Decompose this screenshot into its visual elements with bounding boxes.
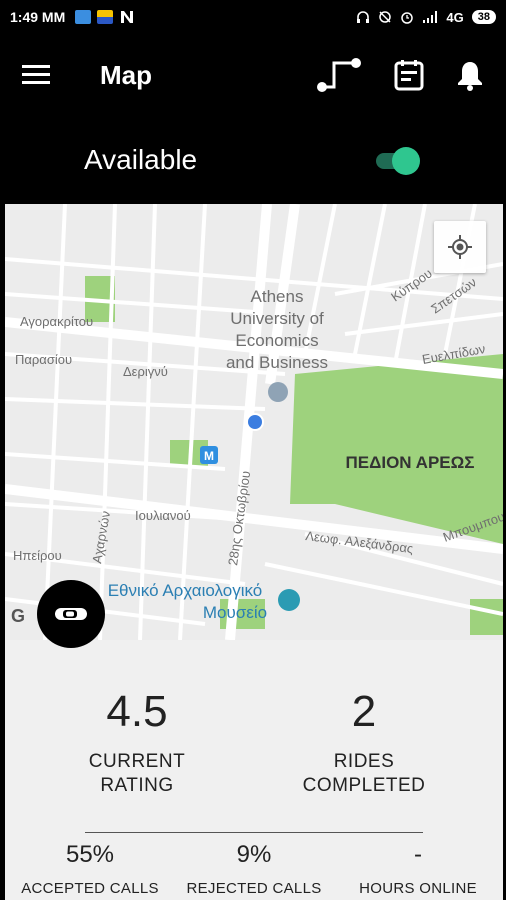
accepted-calls-label: ACCEPTED CALLS — [21, 880, 159, 897]
user-location-dot — [246, 413, 264, 431]
car-icon — [55, 608, 87, 620]
university-label-4: and Business — [226, 353, 328, 372]
university-pin-icon — [268, 382, 288, 402]
rides-label-line1: RIDES — [333, 751, 395, 772]
alarm-icon — [401, 12, 414, 24]
park-label: ΠΕΔΙΟΝ ΑΡΕΩΣ — [346, 453, 475, 472]
notification-icons — [75, 10, 135, 24]
rides-label: RIDES COMPLETED — [274, 750, 454, 798]
headset-icon — [357, 11, 370, 23]
calendar-icon[interactable] — [394, 59, 424, 91]
rejected-calls-label: REJECTED CALLS — [186, 880, 322, 897]
stats-panel: 4.5 CURRENT RATING 2 RIDES COMPLETED 55%… — [5, 640, 503, 900]
toggle-thumb — [392, 147, 420, 175]
university-label-2: University of — [230, 309, 324, 328]
street-label-parasiou: Παρασίου — [15, 352, 72, 367]
system-status: 4G 38 — [356, 10, 496, 25]
map-canvas: M Athens University of Economics and Bus… — [5, 204, 503, 640]
flag-notification-icon — [97, 10, 114, 24]
rating-label-line1: CURRENT — [88, 751, 186, 772]
status-bar: 1:49 MM 4G 38 — [0, 0, 506, 34]
app-notification-icon — [75, 10, 92, 24]
map-view[interactable]: M Athens University of Economics and Bus… — [5, 204, 503, 640]
route-icon[interactable] — [316, 57, 362, 93]
rating-value: 4.5 — [106, 687, 168, 736]
street-label-agorakritou: Αγορακρίτου — [20, 314, 93, 329]
hours-online-stat: - HOURS ONLINE — [333, 840, 503, 898]
university-label-3: Economics — [235, 331, 318, 350]
accepted-calls-stat: 55% ACCEPTED CALLS — [5, 840, 175, 898]
street-label-ioulianou: Ιουλιανού — [135, 508, 191, 523]
availability-toggle[interactable] — [372, 146, 422, 175]
metro-label: M — [204, 449, 214, 463]
museum-pin-icon — [278, 589, 300, 611]
availability-row: Available — [0, 116, 506, 204]
availability-label: Available — [84, 144, 198, 175]
status-time: 1:49 MM — [10, 9, 66, 25]
menu-icon[interactable] — [22, 64, 52, 86]
signal-icon — [423, 11, 438, 23]
my-location-button[interactable] — [434, 221, 486, 273]
n-notification-icon — [121, 11, 134, 23]
map-attribution: G — [11, 606, 25, 626]
car-action-button[interactable] — [37, 580, 105, 648]
street-label-ipirou: Ηπείρου — [13, 548, 62, 563]
stats-divider — [85, 832, 423, 833]
university-label-1: Athens — [251, 287, 304, 306]
app-bar-actions — [316, 57, 484, 93]
hours-online-value: - — [414, 841, 422, 868]
street-label-derignu: Δεριγνύ — [123, 364, 168, 379]
rating-stat: 4.5 CURRENT RATING — [47, 686, 227, 798]
rejected-calls-value: 9% — [236, 841, 272, 868]
sync-off-icon — [379, 11, 392, 23]
accepted-calls-value: 55% — [65, 841, 115, 868]
network-type: 4G — [446, 9, 464, 25]
app-bar: Map — [0, 34, 506, 116]
battery-level: 38 — [471, 10, 496, 24]
rides-value: 2 — [351, 687, 377, 736]
hours-online-label: HOURS ONLINE — [359, 880, 477, 897]
bell-icon[interactable] — [456, 59, 484, 91]
rating-label-line2: RATING — [100, 775, 174, 796]
museum-label-1: Εθνικό Αρχαιολογικό — [108, 581, 263, 600]
crosshair-icon — [448, 235, 472, 259]
rides-label-line2: COMPLETED — [302, 775, 426, 796]
page-title: Map — [100, 59, 152, 90]
museum-label-2: Μουσείο — [203, 603, 267, 622]
rides-stat: 2 RIDES COMPLETED — [274, 686, 454, 798]
rating-label: CURRENT RATING — [47, 750, 227, 798]
small-park-4 — [470, 599, 503, 635]
rejected-calls-stat: 9% REJECTED CALLS — [169, 840, 339, 898]
